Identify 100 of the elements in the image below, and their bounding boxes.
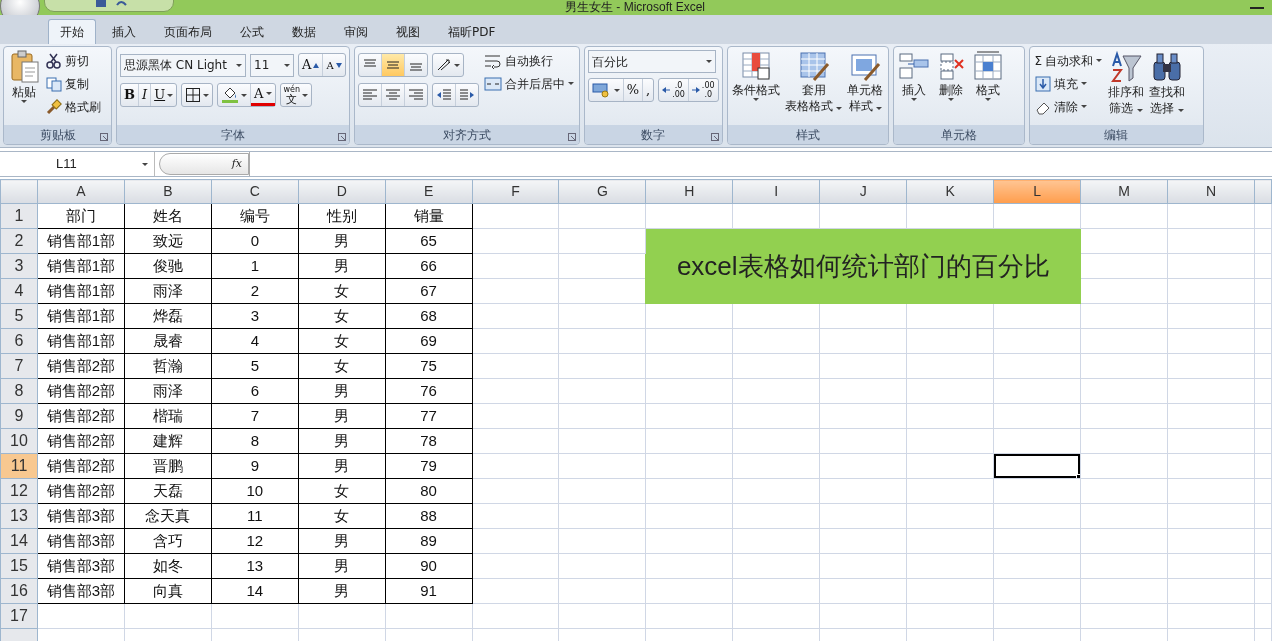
ribbon-button[interactable]: 格式刷 bbox=[44, 96, 103, 117]
font-size-dropdown[interactable]: 11 bbox=[250, 53, 294, 77]
table-cell: 销售部2部 bbox=[37, 428, 125, 454]
table-cell: 销售部3部 bbox=[37, 553, 125, 579]
table-cell: 69 bbox=[385, 328, 473, 354]
tool-button[interactable]: , bbox=[643, 79, 654, 101]
ribbon-tab[interactable]: 开始 bbox=[48, 19, 96, 44]
ribbon-button[interactable]: 剪切 bbox=[44, 50, 103, 71]
ribbon-button[interactable]: 插入 bbox=[896, 50, 931, 101]
table-cell: 销售部1部 bbox=[37, 278, 125, 304]
ribbon-button[interactable]: 清除 bbox=[1032, 96, 1105, 117]
row-header[interactable]: 7 bbox=[0, 353, 38, 379]
row-header[interactable]: 12 bbox=[0, 478, 38, 504]
tool-button[interactable]: .0 .00 bbox=[659, 79, 689, 101]
ribbon-button[interactable]: 查找和 选择 bbox=[1148, 50, 1187, 116]
column-header[interactable]: J bbox=[819, 179, 907, 204]
ribbon-tab[interactable]: 页面布局 bbox=[152, 19, 224, 44]
ribbon-tab[interactable]: 福昕PDF bbox=[436, 19, 508, 44]
ribbon-button[interactable]: 删除 bbox=[933, 50, 968, 101]
row-header[interactable]: 4 bbox=[0, 278, 38, 304]
row-header[interactable]: 10 bbox=[0, 428, 38, 454]
launcher-icon[interactable] bbox=[710, 133, 719, 141]
row-header[interactable]: 1 bbox=[0, 203, 38, 229]
format-cells-icon bbox=[971, 50, 1004, 82]
column-header[interactable]: E bbox=[385, 179, 473, 204]
banner-text: excel表格如何统计部门的百分比 bbox=[676, 250, 1050, 282]
function-button[interactable]: fx bbox=[159, 153, 249, 175]
tool-button[interactable]: A bbox=[323, 54, 345, 76]
ribbon-tab[interactable]: 审阅 bbox=[332, 19, 380, 44]
column-header[interactable]: I bbox=[732, 179, 820, 204]
row-header[interactable]: 2 bbox=[0, 228, 38, 254]
table-cell: 天磊 bbox=[124, 478, 212, 504]
row-header[interactable]: 8 bbox=[0, 378, 38, 404]
column-header[interactable]: B bbox=[124, 179, 212, 204]
tool-button[interactable]: B bbox=[121, 84, 139, 106]
row-header[interactable]: 9 bbox=[0, 403, 38, 429]
ribbon-button[interactable]: Σ 自动求和 bbox=[1032, 50, 1105, 71]
column-header[interactable]: G bbox=[558, 179, 646, 204]
column-header[interactable]: D bbox=[298, 179, 386, 204]
selected-cell[interactable] bbox=[993, 453, 1081, 479]
column-header[interactable]: A bbox=[37, 179, 125, 204]
row-header[interactable]: 13 bbox=[0, 503, 38, 529]
ribbon-button[interactable]: 复制 bbox=[44, 73, 103, 94]
column-header[interactable]: K bbox=[906, 179, 994, 204]
launcher-icon[interactable] bbox=[100, 133, 108, 141]
ribbon-button[interactable]: 合并后居中 bbox=[481, 73, 576, 94]
ribbon-tab[interactable]: 视图 bbox=[384, 19, 432, 44]
row-header[interactable]: 17 bbox=[0, 603, 38, 629]
column-header[interactable]: L bbox=[993, 179, 1081, 204]
launcher-icon[interactable] bbox=[567, 133, 576, 141]
tool-button[interactable]: A bbox=[251, 84, 275, 106]
table-cell: 10 bbox=[211, 478, 299, 504]
ribbon-tab[interactable]: 公式 bbox=[228, 19, 276, 44]
row-header[interactable]: 15 bbox=[0, 553, 38, 579]
launcher-icon[interactable] bbox=[337, 133, 346, 141]
row-header[interactable]: 16 bbox=[0, 578, 38, 604]
copy-icon bbox=[46, 75, 62, 92]
select-all-button[interactable] bbox=[0, 179, 38, 204]
table-cell: 88 bbox=[385, 503, 473, 529]
ribbon-button[interactable]: 粘贴 bbox=[7, 50, 41, 103]
ribbon-tab[interactable]: 插入 bbox=[100, 19, 148, 44]
ribbon-button[interactable]: 单元格 样式 bbox=[846, 50, 885, 114]
ribbon-button[interactable]: 填充 bbox=[1032, 73, 1105, 94]
table-cell: 11 bbox=[211, 503, 299, 529]
column-header[interactable]: H bbox=[645, 179, 733, 204]
column-header[interactable]: M bbox=[1080, 179, 1168, 204]
column-header[interactable]: C bbox=[211, 179, 299, 204]
ribbon-button[interactable]: 排序和 筛选 bbox=[1107, 50, 1146, 116]
tool-button[interactable]: % bbox=[623, 79, 643, 101]
name-box[interactable]: L11 bbox=[0, 152, 155, 176]
tool-button[interactable]: wén 文 bbox=[280, 84, 312, 106]
table-cell: 91 bbox=[385, 578, 473, 604]
row-header[interactable]: 5 bbox=[0, 303, 38, 329]
tool-button[interactable]: A bbox=[299, 54, 324, 76]
table-cell: 男 bbox=[298, 428, 386, 454]
ribbon-button[interactable]: 条件格式 bbox=[730, 50, 781, 101]
tool-button[interactable]: .00 .0 bbox=[688, 79, 718, 101]
ribbon-button[interactable]: 格式 bbox=[970, 50, 1005, 101]
row-header[interactable]: 6 bbox=[0, 328, 38, 354]
table-cell: 男 bbox=[298, 553, 386, 579]
row-header[interactable]: 14 bbox=[0, 528, 38, 554]
merge-center-icon bbox=[483, 75, 502, 92]
table-cell: 76 bbox=[385, 378, 473, 404]
table-cell: 烨磊 bbox=[124, 303, 212, 329]
align-center-icon bbox=[384, 88, 401, 102]
table-cell: 女 bbox=[298, 353, 386, 379]
font-dropdown[interactable]: 思源黑体 CN Light bbox=[120, 53, 246, 77]
ribbon-button[interactable]: 套用 表格格式 bbox=[783, 50, 844, 114]
column-header[interactable]: N bbox=[1167, 179, 1255, 204]
borders-icon bbox=[185, 87, 202, 103]
row-header[interactable]: 11 bbox=[0, 453, 38, 479]
column-header[interactable]: F bbox=[472, 179, 559, 204]
tool-button[interactable]: I bbox=[139, 84, 152, 106]
ribbon-button[interactable]: 自动换行 bbox=[481, 50, 576, 71]
table-cell: 销售部2部 bbox=[37, 378, 125, 404]
tool-button[interactable]: U bbox=[151, 84, 177, 106]
row-header[interactable]: 3 bbox=[0, 253, 38, 279]
number-format-dropdown[interactable]: 百分比 bbox=[587, 50, 716, 73]
scissors-icon bbox=[46, 52, 62, 69]
ribbon-tab[interactable]: 数据 bbox=[280, 19, 328, 44]
